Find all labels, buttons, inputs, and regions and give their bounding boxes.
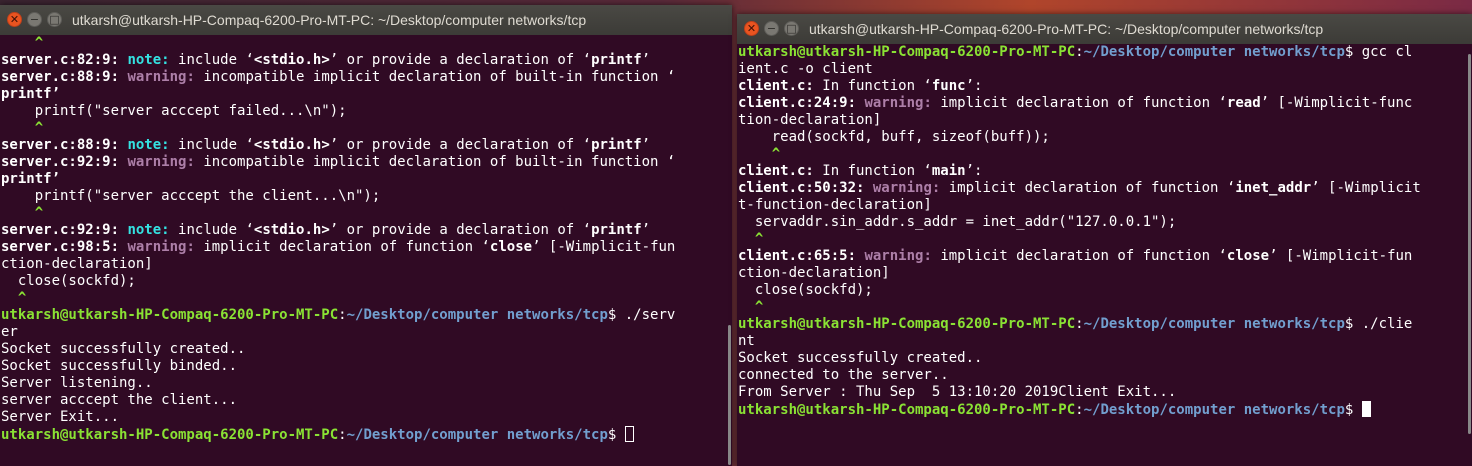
output-line: Socket successfully created..	[1, 341, 246, 357]
diagnostic-context-line: client.c: In function ‘main’:	[738, 163, 983, 179]
maximize-icon[interactable]: □	[784, 21, 799, 36]
window-title: utkarsh@utkarsh-HP-Compaq-6200-Pro-MT-PC…	[72, 12, 587, 28]
diagnostic-continuation: ction-declaration]	[738, 265, 890, 281]
source-line: close(sockfd);	[1, 273, 136, 289]
output-line: Socket successfully binded..	[1, 358, 238, 374]
diagnostic-warning-line: server.c:98:5: warning: implicit declara…	[1, 239, 676, 255]
diagnostic-note-line: server.c:92:9: note: include ‘<stdio.h>’…	[1, 222, 651, 238]
close-icon[interactable]: ✕	[7, 12, 22, 27]
prompt-line: utkarsh@utkarsh-HP-Compaq-6200-Pro-MT-PC…	[738, 316, 1413, 332]
diagnostic-continuation: printf’	[1, 171, 61, 187]
prompt-line: utkarsh@utkarsh-HP-Compaq-6200-Pro-MT-PC…	[1, 307, 676, 323]
terminal-window-server[interactable]: ✕ − □ utkarsh@utkarsh-HP-Compaq-6200-Pro…	[0, 5, 732, 466]
minimize-icon[interactable]: −	[764, 21, 779, 36]
diagnostic-continuation: tion-declaration]	[738, 112, 882, 128]
output-line: From Server : Thu Sep 5 13:10:20 2019Cli…	[738, 384, 1177, 400]
terminal-output: utkarsh@utkarsh-HP-Compaq-6200-Pro-MT-PC…	[737, 44, 1472, 419]
caret-line: ^	[1, 35, 44, 51]
scrollbar[interactable]	[1467, 44, 1471, 466]
window-controls: ✕ − □	[7, 12, 62, 27]
source-line: close(sockfd);	[738, 282, 873, 298]
diagnostic-continuation: t-function-declaration]	[738, 197, 932, 213]
scrollbar-thumb[interactable]	[728, 325, 731, 465]
prompt-continuation: nt	[738, 333, 755, 349]
caret-line: ^	[738, 231, 764, 247]
diagnostic-note-line: server.c:82:9: note: include ‘<stdio.h>’…	[1, 52, 651, 68]
caret-line: ^	[738, 146, 781, 162]
prompt-continuation: ient.c -o client	[738, 61, 873, 77]
prompt-line: utkarsh@utkarsh-HP-Compaq-6200-Pro-MT-PC…	[738, 44, 1413, 60]
minimize-icon[interactable]: −	[27, 12, 42, 27]
source-line: servaddr.sin_addr.s_addr = inet_addr("12…	[738, 214, 1177, 230]
scrollbar-thumb[interactable]	[1468, 54, 1471, 434]
scrollbar[interactable]	[727, 35, 731, 466]
title-bar[interactable]: ✕ − □ utkarsh@utkarsh-HP-Compaq-6200-Pro…	[0, 5, 732, 35]
terminal-cursor	[624, 426, 634, 442]
window-title: utkarsh@utkarsh-HP-Compaq-6200-Pro-MT-PC…	[809, 21, 1324, 37]
prompt-line: utkarsh@utkarsh-HP-Compaq-6200-Pro-MT-PC…	[738, 402, 1354, 418]
output-line: Server listening..	[1, 375, 153, 391]
diagnostic-continuation: printf’	[1, 86, 61, 102]
diagnostic-warning-line: client.c:24:9: warning: implicit declara…	[738, 95, 1413, 111]
title-bar[interactable]: ✕ − □ utkarsh@utkarsh-HP-Compaq-6200-Pro…	[737, 14, 1472, 44]
diagnostic-warning-line: client.c:65:5: warning: implicit declara…	[738, 248, 1413, 264]
terminal-area[interactable]: utkarsh@utkarsh-HP-Compaq-6200-Pro-MT-PC…	[737, 44, 1472, 466]
diagnostic-warning-line: server.c:92:9: warning: incompatible imp…	[1, 154, 676, 170]
source-line: printf("server acccept failed...\n");	[1, 103, 347, 119]
output-line: Server Exit...	[1, 409, 120, 425]
output-line: connected to the server..	[738, 367, 949, 383]
output-line: server acccept the client...	[1, 392, 238, 408]
maximize-icon[interactable]: □	[47, 12, 62, 27]
terminal-output: ^ server.c:82:9: note: include ‘<stdio.h…	[0, 35, 732, 444]
prompt-line: utkarsh@utkarsh-HP-Compaq-6200-Pro-MT-PC…	[1, 427, 617, 443]
diagnostic-context-line: client.c: In function ‘func’:	[738, 78, 983, 94]
prompt-continuation: er	[1, 324, 18, 340]
source-line: read(sockfd, buff, sizeof(buff));	[738, 129, 1050, 145]
diagnostic-continuation: ction-declaration]	[1, 256, 153, 272]
terminal-area[interactable]: ^ server.c:82:9: note: include ‘<stdio.h…	[0, 35, 732, 466]
terminal-cursor	[1361, 401, 1371, 417]
diagnostic-warning-line: server.c:88:9: warning: incompatible imp…	[1, 69, 676, 85]
caret-line: ^	[738, 299, 764, 315]
caret-line: ^	[1, 205, 44, 221]
diagnostic-note-line: server.c:88:9: note: include ‘<stdio.h>’…	[1, 137, 651, 153]
output-line: Socket successfully created..	[738, 350, 983, 366]
close-icon[interactable]: ✕	[744, 21, 759, 36]
window-controls: ✕ − □	[744, 21, 799, 36]
terminal-window-client[interactable]: ✕ − □ utkarsh@utkarsh-HP-Compaq-6200-Pro…	[737, 14, 1472, 466]
caret-line: ^	[1, 290, 27, 306]
caret-line: ^	[1, 120, 44, 136]
source-line: printf("server acccept the client...\n")…	[1, 188, 381, 204]
diagnostic-warning-line: client.c:50:32: warning: implicit declar…	[738, 180, 1421, 196]
